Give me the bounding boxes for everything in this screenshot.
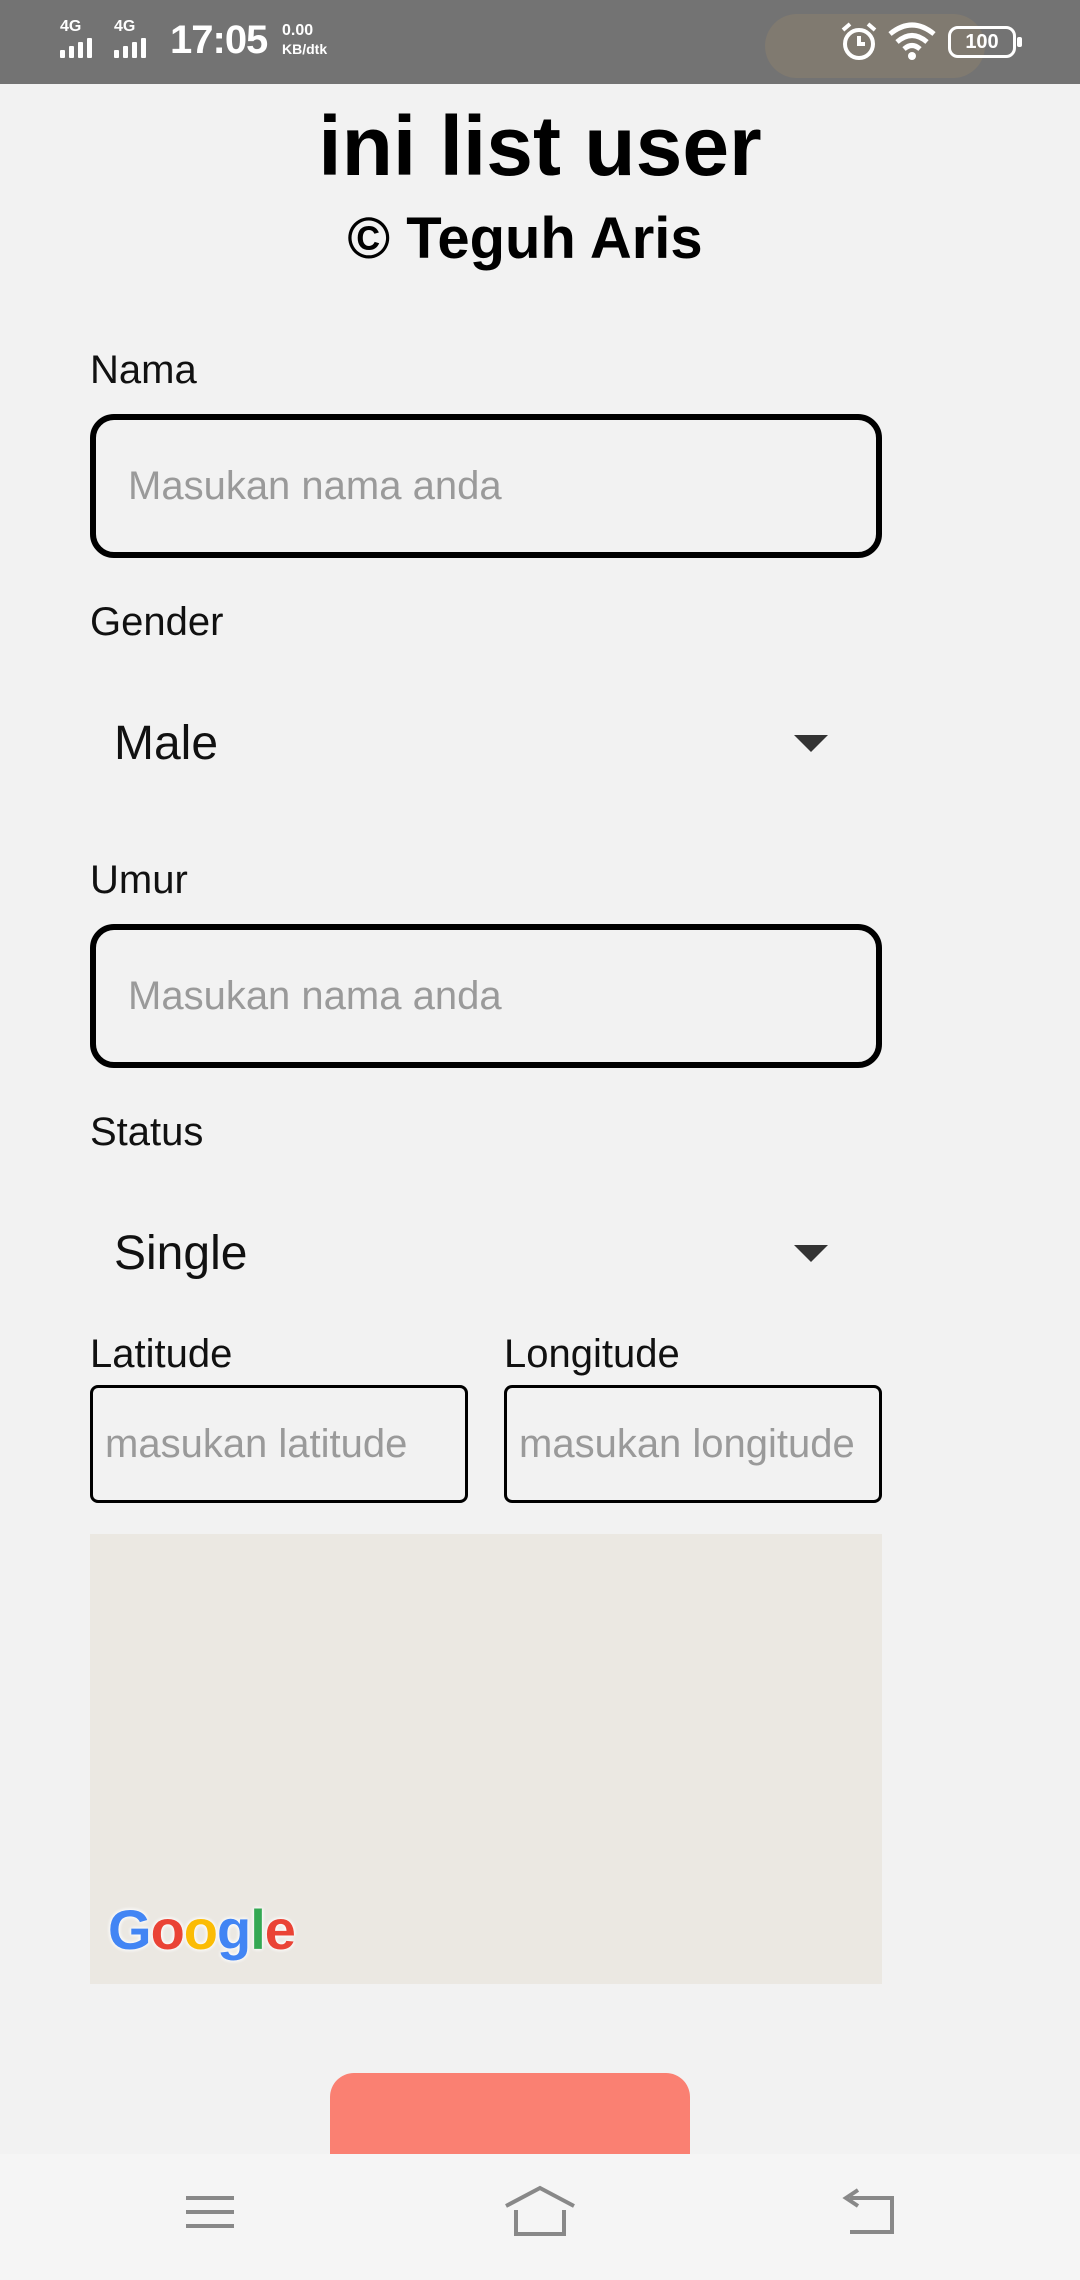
status-label: Status xyxy=(90,1110,204,1154)
page-subtitle: © Teguh Aris xyxy=(347,206,703,271)
back-icon[interactable] xyxy=(840,2184,896,2245)
sim1-network-label: 4G xyxy=(60,18,82,35)
gender-select[interactable]: Male xyxy=(90,688,882,798)
map-view[interactable]: Google xyxy=(90,1534,882,1984)
network-speed: 0.00 KB/dtk xyxy=(282,22,327,58)
status-bar: 4G 4G 17:05 0.00 KB/dtk 100 xyxy=(0,0,1080,84)
menu-icon[interactable] xyxy=(182,2184,238,2245)
google-logo: Google xyxy=(108,1898,296,1961)
alarm-icon xyxy=(840,22,878,67)
network-speed-value: 0.00 xyxy=(282,22,314,39)
nama-input[interactable] xyxy=(90,414,882,558)
longitude-label: Longitude xyxy=(504,1332,680,1376)
dropdown-arrow-icon xyxy=(794,1244,828,1262)
latitude-input[interactable] xyxy=(90,1385,468,1503)
status-select[interactable]: Single xyxy=(90,1198,882,1308)
sim2-network-label: 4G xyxy=(114,18,136,35)
network-speed-unit: KB/dtk xyxy=(282,41,328,57)
status-time: 17:05 xyxy=(170,18,268,62)
umur-label: Umur xyxy=(90,858,188,902)
status-select-value: Single xyxy=(114,1226,248,1280)
longitude-input[interactable] xyxy=(504,1385,882,1503)
nama-label: Nama xyxy=(90,348,197,392)
signal-sim2-icon: 4G xyxy=(114,18,146,58)
umur-input[interactable] xyxy=(90,924,882,1068)
wifi-icon xyxy=(888,22,936,65)
gender-label: Gender xyxy=(90,600,224,644)
gender-select-value: Male xyxy=(114,716,219,770)
navigation-bar xyxy=(0,2154,1080,2280)
battery-icon: 100 xyxy=(948,26,1022,58)
page-title: ini list user xyxy=(318,99,762,193)
home-icon[interactable] xyxy=(502,2184,578,2245)
dropdown-arrow-icon xyxy=(794,734,828,752)
signal-sim1-icon: 4G xyxy=(60,18,92,58)
latitude-label: Latitude xyxy=(90,1332,233,1376)
